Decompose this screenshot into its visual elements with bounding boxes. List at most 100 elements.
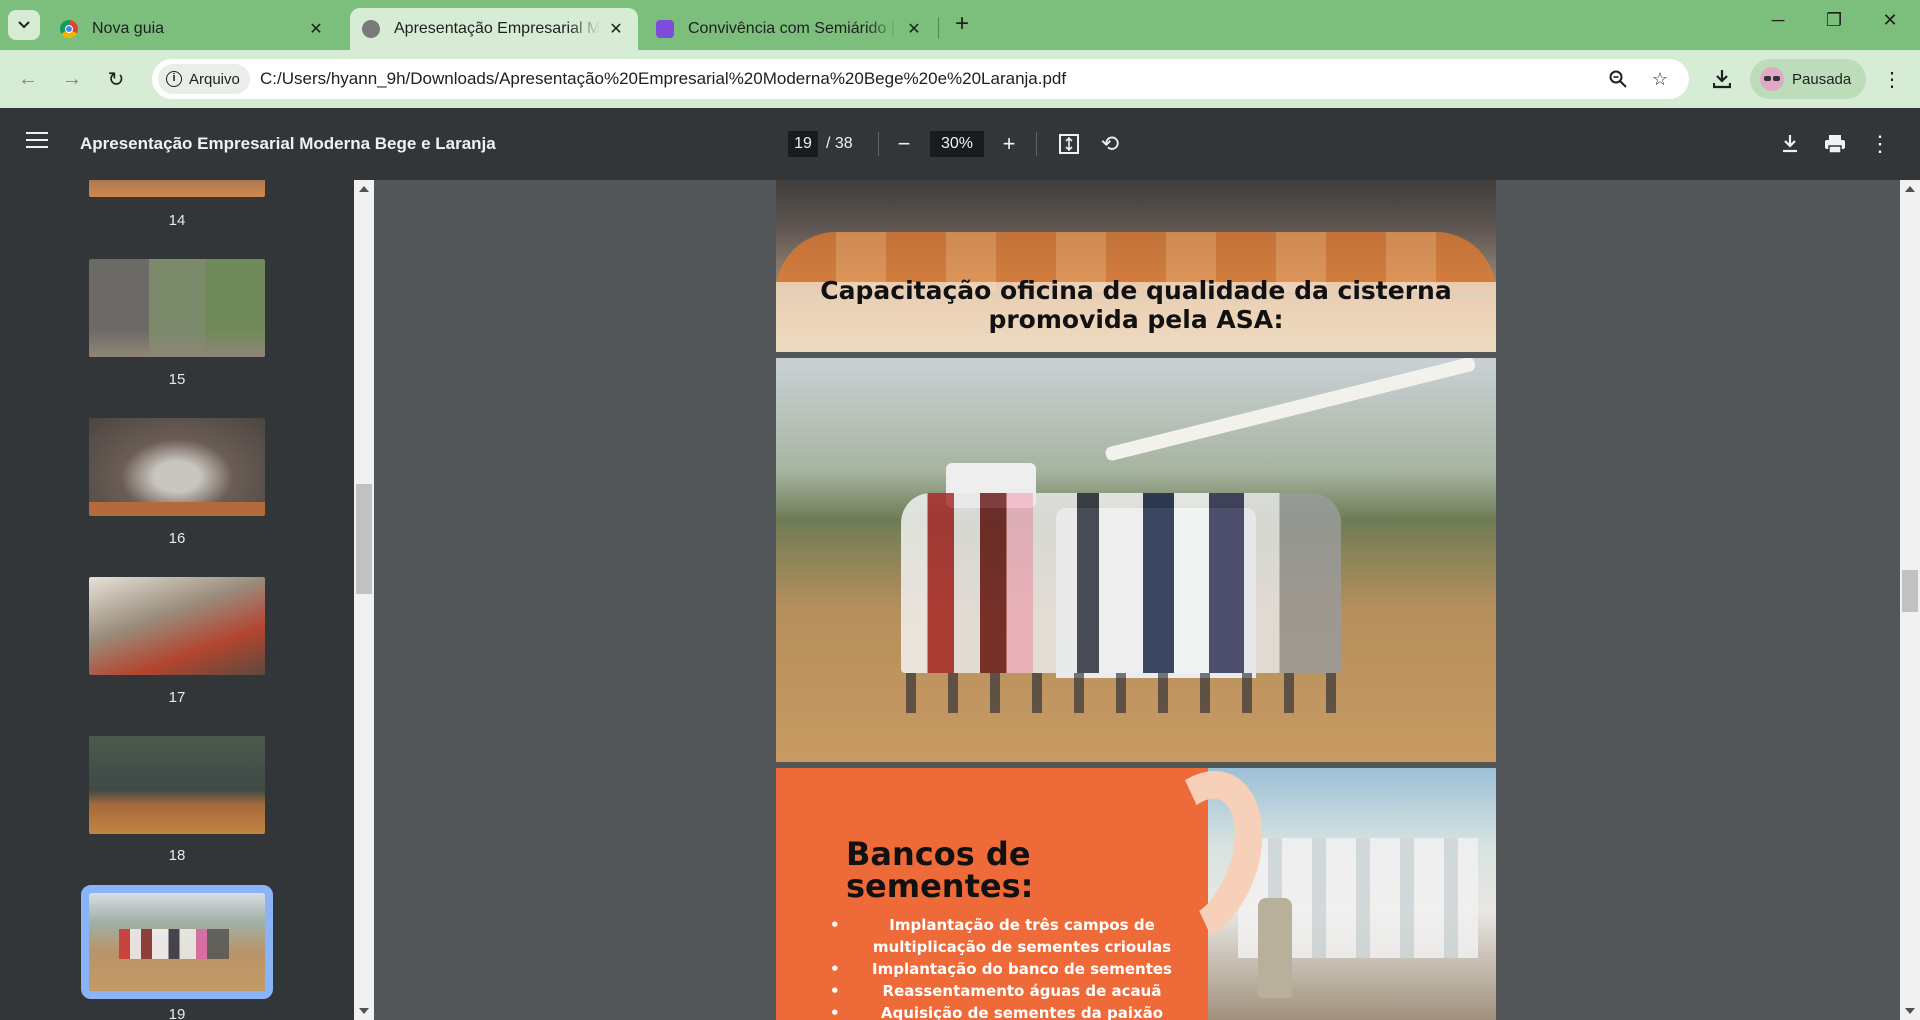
arrow-right-icon: → xyxy=(62,67,82,90)
forward-button[interactable]: → xyxy=(56,63,88,95)
browser-menu-button[interactable]: ⋮ xyxy=(1876,63,1908,95)
slide-heading: Bancos de sementes: xyxy=(846,838,1033,902)
more-actions-button[interactable]: ⋮ xyxy=(1866,130,1894,158)
scroll-down-arrow[interactable] xyxy=(1905,1008,1915,1014)
globe-icon xyxy=(362,20,380,38)
thumbnail-page-18[interactable] xyxy=(89,736,265,834)
thumbnail-label: 18 xyxy=(168,847,186,864)
thumbnail-page-17[interactable] xyxy=(89,577,265,675)
pdf-page-19 xyxy=(776,358,1496,762)
pipe xyxy=(1104,358,1477,462)
new-tab-button[interactable]: + xyxy=(948,11,976,39)
thumbnail-sidebar: 14 15 16 17 18 19 xyxy=(0,180,354,1020)
list-item: Implantação de três campos de multiplica… xyxy=(830,914,1190,958)
list-item: Aquisição de sementes da paixão xyxy=(830,1002,1190,1020)
tab-strip: Nova guia ✕ Apresentação Empresarial Mod… xyxy=(0,0,1920,50)
kebab-menu-icon: ⋮ xyxy=(1882,68,1902,91)
canva-icon xyxy=(656,20,674,38)
group-of-people xyxy=(901,493,1341,673)
profile-button[interactable]: Pausada xyxy=(1750,59,1866,99)
document-title: Apresentação Empresarial Moderna Bege e … xyxy=(80,134,496,153)
tab-nova-guia[interactable]: Nova guia ✕ xyxy=(48,8,338,50)
download-icon xyxy=(1713,70,1731,89)
print-icon xyxy=(1825,135,1845,154)
scroll-up-arrow[interactable] xyxy=(1905,186,1915,192)
slide-title: Capacitação oficina de qualidade da cist… xyxy=(820,276,1452,334)
pdf-page-18: Capacitação oficina de qualidade da cist… xyxy=(776,180,1496,352)
zoom-in-button[interactable]: + xyxy=(995,130,1023,158)
legs xyxy=(906,673,1336,713)
pdf-viewer[interactable]: Capacitação oficina de qualidade da cist… xyxy=(374,180,1900,1020)
pdf-download-button[interactable] xyxy=(1776,130,1804,158)
restore-button[interactable]: ❐ xyxy=(1812,10,1856,38)
page-total: / 38 xyxy=(826,135,853,152)
divider xyxy=(1036,132,1037,156)
viewer-scrollbar[interactable] xyxy=(1900,180,1920,1020)
zoom-input[interactable]: 30% xyxy=(930,131,984,157)
tab-title: Nova guia xyxy=(92,20,165,37)
kebab-menu-icon: ⋮ xyxy=(1869,131,1891,156)
tab-pdf[interactable]: Apresentação Empresarial Moderna Bege e … xyxy=(350,8,638,50)
divider xyxy=(878,132,879,156)
zoom-out-button[interactable]: − xyxy=(890,130,918,158)
fit-page-icon xyxy=(1059,134,1079,154)
close-window-button[interactable]: ✕ xyxy=(1868,10,1912,38)
minimize-button[interactable]: ─ xyxy=(1756,10,1800,38)
scrollbar-thumb[interactable] xyxy=(1902,570,1918,612)
slide-heading-line: sementes: xyxy=(846,867,1034,905)
sidebar-toggle-button[interactable] xyxy=(26,132,48,154)
thumbnail-page-16[interactable] xyxy=(89,418,265,516)
reload-button[interactable]: ↻ xyxy=(100,63,132,95)
site-info-label: Arquivo xyxy=(189,70,240,88)
thumbnail-label: 16 xyxy=(168,530,186,547)
zoom-icon[interactable] xyxy=(1606,67,1630,91)
url-text[interactable]: C:/Users/hyann_9h/Downloads/Apresentação… xyxy=(260,69,1066,89)
fit-page-button[interactable] xyxy=(1055,130,1083,158)
thumbnail-page-14[interactable] xyxy=(89,180,265,197)
scroll-up-arrow[interactable] xyxy=(359,186,369,192)
slide-heading-line: Bancos de xyxy=(846,835,1031,873)
avatar xyxy=(1760,67,1784,91)
tab-separator xyxy=(938,17,939,39)
back-button[interactable]: ← xyxy=(12,63,44,95)
rotate-icon: ⟲ xyxy=(1100,131,1120,156)
print-button[interactable] xyxy=(1821,130,1849,158)
chrome-icon xyxy=(60,20,78,38)
tab-title: Convivência com Semiárido | Canva xyxy=(688,20,898,37)
list-item: Implantação do banco de sementes xyxy=(830,958,1190,980)
reload-icon: ↻ xyxy=(107,68,125,91)
page-number-input[interactable]: 19 xyxy=(788,131,818,157)
list-item: Reassentamento águas de acauã xyxy=(830,980,1190,1002)
close-icon[interactable]: ✕ xyxy=(606,19,626,39)
arrow-left-icon: ← xyxy=(18,67,38,90)
download-icon xyxy=(1783,135,1797,153)
close-icon[interactable]: ✕ xyxy=(904,19,924,39)
plus-icon: + xyxy=(1002,131,1016,156)
chevron-down-icon xyxy=(18,21,30,29)
address-bar[interactable]: i Arquivo C:/Users/hyann_9h/Downloads/Ap… xyxy=(152,59,1689,99)
info-icon: i xyxy=(166,71,182,87)
scrollbar-thumb[interactable] xyxy=(356,484,372,594)
site-info-chip[interactable]: i Arquivo xyxy=(158,64,250,94)
thumbnail-label: 14 xyxy=(168,212,186,229)
profile-label: Pausada xyxy=(1792,70,1852,88)
minus-icon: − xyxy=(897,131,911,156)
tab-title: Apresentação Empresarial Moderna Bege e … xyxy=(394,20,600,37)
bookmark-star-icon[interactable]: ☆ xyxy=(1648,67,1672,91)
thumbnail-page-15[interactable] xyxy=(89,259,265,357)
rotate-button[interactable]: ⟲ xyxy=(1096,130,1124,158)
thumbnail-page-19[interactable] xyxy=(81,885,273,999)
seed-list: Implantação de três campos de multiplica… xyxy=(830,914,1190,1020)
browser-toolbar: ← → ↻ i Arquivo C:/Users/hyann_9h/Downlo… xyxy=(0,50,1920,108)
tab-canva[interactable]: Convivência com Semiárido | Canva ✕ xyxy=(644,8,936,50)
thumbnail-label: 15 xyxy=(168,371,186,388)
downloads-button[interactable] xyxy=(1706,63,1738,95)
thumbnail-label: 19 xyxy=(168,1006,186,1020)
sidebar-scrollbar[interactable] xyxy=(354,180,374,1020)
scroll-down-arrow[interactable] xyxy=(359,1008,369,1014)
thumbnail-label: 17 xyxy=(168,689,186,706)
pdf-toolbar: Apresentação Empresarial Moderna Bege e … xyxy=(0,108,1920,180)
close-icon[interactable]: ✕ xyxy=(306,19,326,39)
tab-search-button[interactable] xyxy=(8,10,40,40)
pdf-page-20: Bancos de sementes: Implantação de três … xyxy=(776,768,1496,1020)
